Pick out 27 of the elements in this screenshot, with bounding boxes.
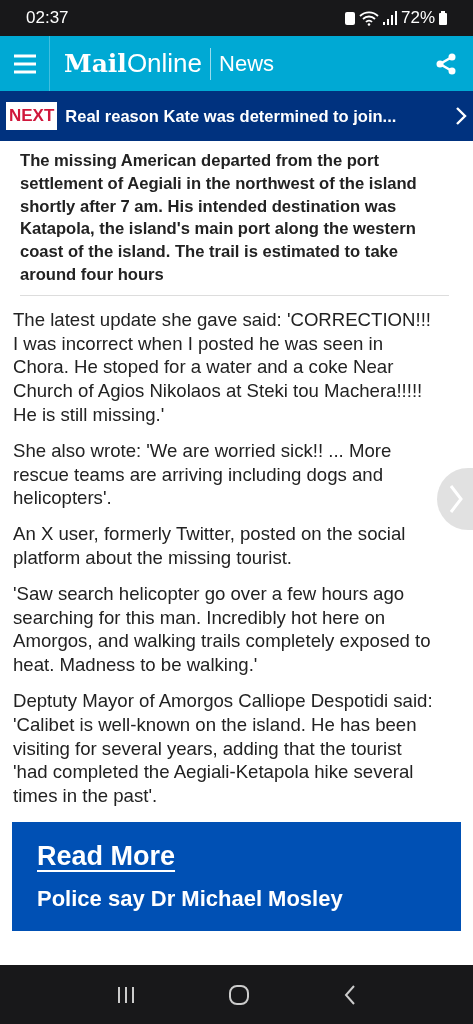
image-caption: The missing American departed from the port settlement of Aegiali in the northwest of the island shortly after 7 am. His intended destination was Katapola, the island's main port along the western coast of the island. The trail is estimated to take around four hours <box>20 150 449 296</box>
back-icon[interactable] <box>342 983 357 1006</box>
next-page-handle[interactable] <box>437 468 473 530</box>
battery-percent: 72% <box>400 7 435 30</box>
next-article-bar[interactable]: NEXT Real reason Kate was determined to join... <box>0 91 473 141</box>
next-badge: NEXT <box>6 102 58 130</box>
article-paragraph: She also wrote: 'We are worried sick!! ... More rescue teams are arriving including dogs and helicopters'. <box>13 438 393 511</box>
signal-icon <box>382 11 397 25</box>
read-more-panel[interactable]: Read More Police say Dr Michael Mosley <box>12 821 461 932</box>
status-time: 02:37 <box>26 7 69 30</box>
recent-apps-icon[interactable] <box>116 985 137 1004</box>
wifi-icon <box>358 10 379 26</box>
chevron-right-icon <box>455 106 467 126</box>
chevron-right-icon <box>449 484 463 514</box>
section-title: News <box>210 47 275 80</box>
read-more-title: Read More <box>37 839 176 873</box>
share-button[interactable] <box>435 51 457 76</box>
home-icon[interactable] <box>228 983 251 1006</box>
next-headline: Real reason Kate was determined to join... <box>65 105 398 127</box>
battery-icon <box>439 11 447 25</box>
article-paragraph: The latest update she gave said: 'CORRECTION!!! I was incorrect when I posted he was seen in Chora. He stoped for a water and a coke Near Church of Agios Nikolaos at Steki tou Machera!!!!! He is still missing.' <box>13 307 432 427</box>
article-paragraph: Deptuty Mayor of Amorgos Calliope Despotidi said: 'Calibet is well-known on the island. He has been visiting for several years, adding that the tourist 'had completed the Aegiali-Ketapola hike several times in the past'. <box>13 688 433 808</box>
article-paragraph: 'Saw search helicopter go over a few hours ago searching for this man. Incredibly hot here on Amorgos, and walking trails completely exposed to heat. Madness to be walking.' <box>13 581 432 677</box>
menu-icon <box>12 54 37 75</box>
read-more-headline: Police say Dr Michael Mosley <box>37 885 344 914</box>
share-icon <box>435 53 457 76</box>
article-paragraph: An X user, formerly Twitter, posted on the social platform about the missing tourist. <box>13 522 407 570</box>
